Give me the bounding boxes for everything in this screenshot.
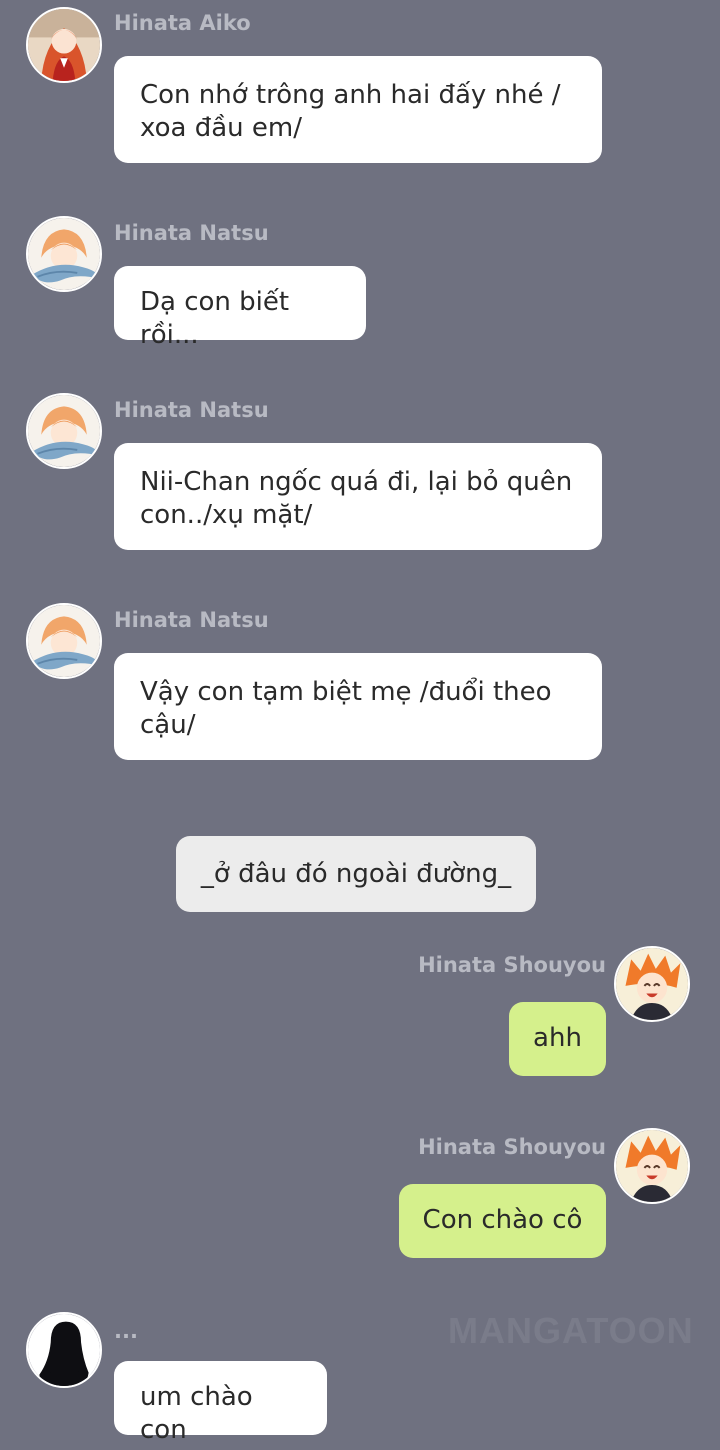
avatar-hinata-shouyou[interactable] bbox=[614, 1128, 690, 1204]
sender-name: Hinata Shouyou bbox=[418, 1135, 606, 1159]
message-bubble[interactable]: Vậy con tạm biệt mẹ /đuổi theo cậu/ bbox=[114, 653, 602, 760]
message-bubble[interactable]: um chào con bbox=[114, 1361, 327, 1445]
avatar-hinata-natsu[interactable] bbox=[26, 393, 102, 469]
avatar-hinata-shouyou[interactable] bbox=[614, 946, 690, 1022]
sender-name: Hinata Natsu bbox=[114, 221, 269, 245]
message-bubble[interactable]: ahh bbox=[509, 1002, 606, 1076]
message-bubble[interactable]: Nii-Chan ngốc quá đi, lại bỏ quên con../… bbox=[114, 443, 602, 550]
message-bubble[interactable]: Con nhớ trông anh hai đấy nhé / xoa đầu … bbox=[114, 56, 602, 163]
avatar-hinata-natsu[interactable] bbox=[26, 216, 102, 292]
sender-name: Hinata Natsu bbox=[114, 608, 269, 632]
avatar-hinata-natsu[interactable] bbox=[26, 603, 102, 679]
sender-name: Hinata Natsu bbox=[114, 398, 269, 422]
message-bubble[interactable]: Con chào cô bbox=[399, 1184, 606, 1258]
narration-box: _ở đâu đó ngoài đường_ bbox=[176, 836, 536, 912]
avatar-silhouette[interactable] bbox=[26, 1312, 102, 1388]
sender-name: Hinata Shouyou bbox=[418, 953, 606, 977]
sender-name: Hinata Aiko bbox=[114, 11, 251, 35]
sender-name: ... bbox=[114, 1319, 138, 1343]
avatar-hinata-aiko[interactable] bbox=[26, 7, 102, 83]
watermark: MANGATOON bbox=[448, 1310, 694, 1351]
message-bubble[interactable]: Dạ con biết rồi... bbox=[114, 266, 366, 350]
